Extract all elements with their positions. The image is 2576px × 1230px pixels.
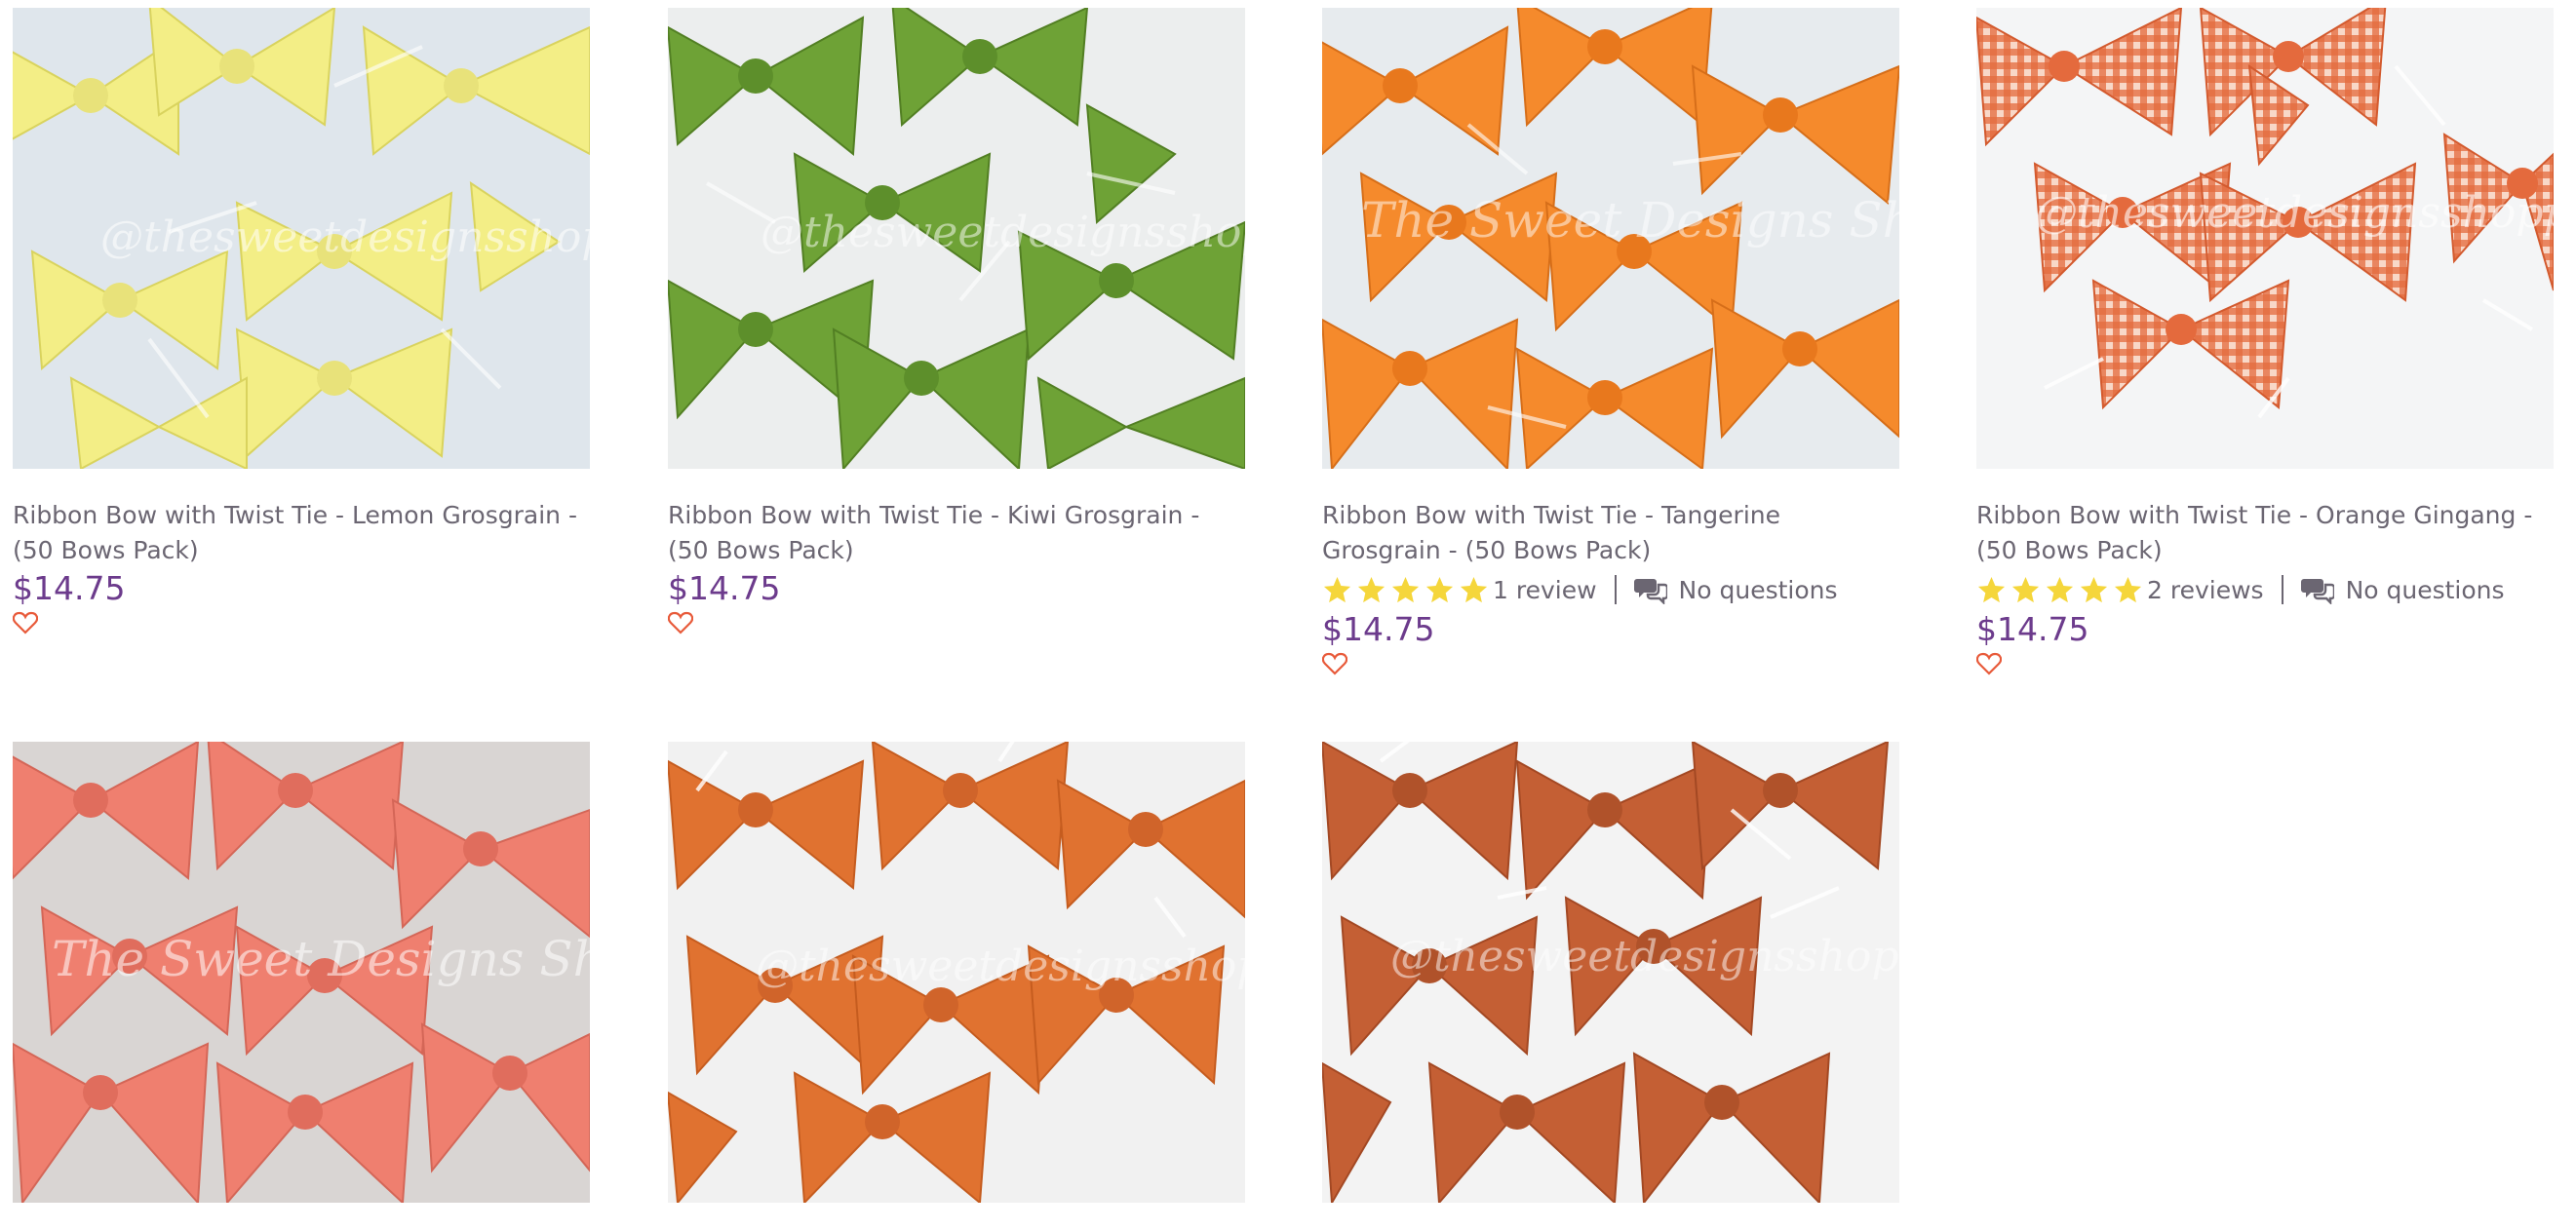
product-title[interactable]: Ribbon Bow with Twist Tie - Kiwi Grosgra…	[668, 498, 1245, 568]
product-price: $14.75	[13, 569, 126, 607]
rating-row: 1 review No questions	[1322, 570, 1899, 609]
star-icon	[1390, 575, 1421, 605]
star-icon	[1976, 575, 2007, 605]
product-title[interactable]: Ribbon Bow with Twist Tie - Tangerine Gr…	[1322, 498, 1899, 568]
product-image[interactable]: @thesweetdesignsshoppe	[668, 742, 1245, 1203]
questions-link[interactable]: No questions	[2346, 576, 2505, 604]
product-card: @thesweetdesignsshoppe Ribbon Bow with T…	[668, 8, 1245, 634]
product-image[interactable]: The Sweet Designs Shoppe	[1322, 8, 1899, 469]
star-icon	[2113, 575, 2143, 605]
watermark-text: @thesweetdesignsshoppe	[761, 208, 1245, 257]
divider	[2281, 575, 2283, 604]
star-icon	[1356, 575, 1386, 605]
product-photo-rust: @thesweetdesignsshoppe	[1322, 742, 1899, 1203]
star-rating[interactable]	[1976, 575, 2143, 605]
product-grid: @thesweetdesignsshoppe Ribbon Bow with T…	[0, 0, 2576, 1230]
speech-bubbles-icon	[2300, 575, 2334, 604]
product-card: The Sweet Designs Shoppe	[13, 742, 590, 1203]
favorite-heart-icon[interactable]	[1976, 652, 2002, 675]
product-photo-kiwi: @thesweetdesignsshoppe	[668, 8, 1245, 469]
rating-row: 2 reviews No questions	[1976, 570, 2554, 609]
review-count[interactable]: 2 reviews	[2147, 576, 2264, 604]
watermark-text: @thesweetdesignsshoppe	[756, 942, 1245, 991]
star-icon	[2045, 575, 2075, 605]
watermark-text: @thesweetdesignsshoppe	[100, 212, 590, 262]
product-price: $14.75	[1322, 610, 1435, 648]
product-card: @thesweetdesignsshoppe Ribbon Bow with T…	[1976, 8, 2554, 675]
product-card: @thesweetdesignsshoppe	[668, 742, 1245, 1203]
speech-bubbles-icon	[1633, 575, 1667, 604]
product-price: $14.75	[668, 569, 781, 607]
product-photo-burnt-orange: @thesweetdesignsshoppe	[668, 742, 1245, 1203]
star-icon	[1425, 575, 1455, 605]
product-image[interactable]: @thesweetdesignsshoppe	[668, 8, 1245, 469]
product-title[interactable]: Ribbon Bow with Twist Tie - Lemon Grosgr…	[13, 498, 590, 568]
product-photo-orange-gingham: @thesweetdesignsshoppe	[1976, 8, 2554, 469]
favorite-heart-icon[interactable]	[13, 611, 38, 634]
product-image[interactable]: @thesweetdesignsshoppe	[1976, 8, 2554, 469]
watermark-text: @thesweetdesignsshoppe	[2035, 188, 2554, 238]
watermark-text: The Sweet Designs Shoppe	[52, 931, 590, 987]
product-price: $14.75	[1976, 610, 2089, 648]
product-image[interactable]: The Sweet Designs Shoppe	[13, 742, 590, 1203]
review-count[interactable]: 1 review	[1493, 576, 1597, 604]
product-image[interactable]: @thesweetdesignsshoppe	[1322, 742, 1899, 1203]
watermark-text: The Sweet Designs Shoppe	[1361, 192, 1899, 249]
questions-link[interactable]: No questions	[1679, 576, 1838, 604]
star-icon	[1459, 575, 1489, 605]
star-rating[interactable]	[1322, 575, 1489, 605]
favorite-heart-icon[interactable]	[1322, 652, 1347, 675]
divider	[1614, 575, 1617, 604]
product-photo-coral: The Sweet Designs Shoppe	[13, 742, 590, 1203]
watermark-text: @thesweetdesignsshoppe	[1390, 932, 1899, 981]
star-icon	[1322, 575, 1352, 605]
product-card: @thesweetdesignsshoppe Ribbon Bow with T…	[13, 8, 590, 634]
star-icon	[2079, 575, 2109, 605]
product-title[interactable]: Ribbon Bow with Twist Tie - Orange Ginga…	[1976, 498, 2554, 568]
product-photo-lemon: @thesweetdesignsshoppe	[13, 8, 590, 469]
product-card: @thesweetdesignsshoppe	[1322, 742, 1899, 1203]
product-photo-tangerine: The Sweet Designs Shoppe	[1322, 8, 1899, 469]
star-icon	[2010, 575, 2041, 605]
product-image[interactable]: @thesweetdesignsshoppe	[13, 8, 590, 469]
product-card: The Sweet Designs Shoppe Ribbon Bow with…	[1322, 8, 1899, 675]
favorite-heart-icon[interactable]	[668, 611, 693, 634]
